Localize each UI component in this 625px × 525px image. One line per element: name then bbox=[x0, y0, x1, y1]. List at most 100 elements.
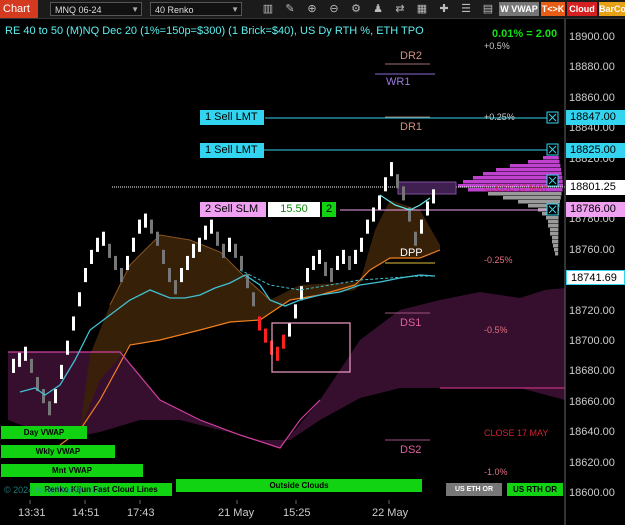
renko-brick bbox=[432, 189, 435, 204]
time-label: 14:51 bbox=[72, 507, 100, 519]
vwap-price-tag: 18741.69 bbox=[566, 270, 625, 285]
barco-button[interactable]: BarCo bbox=[599, 2, 625, 16]
time-label: 15:25 bbox=[283, 507, 311, 519]
time-axis-ticks bbox=[29, 500, 390, 504]
volume-profile-bar bbox=[543, 156, 559, 160]
crosshair-icon[interactable]: ✚ bbox=[438, 3, 450, 15]
pos-05-label: +0.5% bbox=[484, 41, 510, 51]
price-axis-label: 18700.00 bbox=[569, 335, 615, 347]
renko-brick bbox=[198, 237, 201, 252]
day-vwap-button[interactable]: Day VWAP bbox=[1, 426, 87, 439]
volume-profile-bar bbox=[546, 216, 559, 220]
renko-brick bbox=[180, 268, 183, 283]
renko-brick bbox=[144, 213, 147, 228]
mnt-vwap-button[interactable]: Mnt VWAP bbox=[1, 464, 143, 477]
renko-brick bbox=[48, 401, 51, 416]
cloud-button[interactable]: Cloud bbox=[567, 2, 597, 16]
bar-type-label: 40 Renko bbox=[155, 5, 194, 15]
renko-brick bbox=[240, 255, 243, 271]
chart-menu-button[interactable]: Chart bbox=[0, 0, 38, 18]
renko-brick bbox=[414, 231, 417, 246]
us-eth-or-button[interactable]: US ETH OR bbox=[446, 483, 502, 496]
chevron-down-icon: ▼ bbox=[231, 5, 239, 14]
renko-brick bbox=[294, 304, 297, 319]
price-axis-label: 18880.00 bbox=[569, 61, 615, 74]
neg-1-label: -1.0% bbox=[484, 467, 508, 477]
sell-lmt-1-tag[interactable]: 1 Sell LMT bbox=[200, 110, 264, 125]
order-cancel-icon[interactable] bbox=[546, 203, 559, 216]
volume-profile-bar bbox=[548, 224, 559, 228]
renko-brick bbox=[306, 268, 309, 283]
zoom-in-icon[interactable]: ⊕ bbox=[306, 3, 318, 15]
renko-brick bbox=[342, 249, 345, 264]
w-vwap-button[interactable]: W VWAP bbox=[499, 2, 539, 16]
bar-style-icon[interactable]: ▥ bbox=[262, 3, 274, 15]
data-box-icon[interactable]: ▦ bbox=[416, 3, 428, 15]
renko-brick bbox=[42, 389, 45, 404]
price-axis-label: 18860.00 bbox=[569, 91, 615, 104]
renko-brick bbox=[168, 268, 171, 283]
last-price-tag: 18801.25 bbox=[566, 180, 625, 195]
slm-price-box[interactable]: 15.50 bbox=[268, 202, 320, 217]
renko-brick bbox=[162, 249, 165, 264]
dr2-label: DR2 bbox=[400, 50, 423, 62]
price-axis-label: 18680.00 bbox=[569, 365, 615, 378]
renko-brick bbox=[84, 268, 87, 283]
volume-profile-bar bbox=[510, 164, 561, 168]
time-label: 13:31 bbox=[18, 507, 46, 519]
renko-brick bbox=[30, 358, 33, 373]
order-cancel-icon[interactable] bbox=[546, 111, 559, 124]
neg-025-label: -0.25% bbox=[484, 255, 513, 265]
wkly-vwap-button[interactable]: Wkly VWAP bbox=[1, 445, 115, 458]
renko-brick bbox=[132, 237, 135, 252]
renko-brick bbox=[222, 243, 225, 258]
price-axis-label: 18760.00 bbox=[569, 243, 615, 256]
stop-price-tag: 18786.00 bbox=[566, 202, 625, 217]
properties-icon[interactable]: ☰ bbox=[460, 3, 472, 15]
tk-button[interactable]: T<>K bbox=[541, 2, 565, 16]
instrument-label: MNQ 06-24 bbox=[55, 5, 102, 15]
renko-brick bbox=[300, 286, 303, 301]
close-faint-label: CLOSE 17 MAY bbox=[484, 183, 549, 193]
renko-brick bbox=[276, 346, 279, 361]
renko-brick bbox=[24, 346, 27, 361]
sell-lmt-2-tag[interactable]: 1 Sell LMT bbox=[200, 143, 264, 158]
renko-brick bbox=[258, 316, 261, 331]
renko-brick bbox=[156, 231, 159, 246]
chevron-down-icon: ▼ bbox=[131, 5, 139, 14]
order-cancel-icon[interactable] bbox=[546, 174, 559, 187]
renko-brick bbox=[204, 225, 207, 240]
indicators-icon[interactable]: ⚙ bbox=[350, 3, 362, 15]
slm-qty-box[interactable]: 2 bbox=[322, 202, 336, 217]
zoom-out-icon[interactable]: ⊖ bbox=[328, 3, 340, 15]
renko-brick bbox=[108, 243, 111, 258]
instrument-selector[interactable]: MNQ 06-24 ▼ bbox=[50, 2, 142, 16]
renko-brick bbox=[264, 328, 267, 343]
outside-clouds-button[interactable]: Outside Clouds bbox=[176, 479, 422, 492]
dr1-label: DR1 bbox=[400, 121, 423, 133]
renko-brick bbox=[90, 249, 93, 264]
ds1-label: DS1 bbox=[400, 317, 422, 329]
ds2-label: DS2 bbox=[400, 444, 422, 456]
order-cancel-icon[interactable] bbox=[546, 143, 559, 156]
dpp-label: DPP bbox=[400, 247, 423, 259]
renko-brick bbox=[126, 255, 129, 271]
sell-slm-tag[interactable]: 2 Sell SLM bbox=[200, 202, 266, 217]
copyright-text: © 2024 NinjaTrader, LLC bbox=[4, 485, 104, 495]
renko-brick bbox=[192, 243, 195, 258]
renko-brick bbox=[384, 177, 387, 192]
volume-profile-bar bbox=[554, 248, 559, 252]
chart-trader-icon[interactable]: ⇄ bbox=[394, 3, 406, 15]
renko-brick bbox=[18, 352, 21, 367]
us-rth-or-button[interactable]: US RTH OR bbox=[507, 483, 563, 496]
template-icon[interactable]: ▤ bbox=[482, 3, 494, 15]
time-label: 22 May bbox=[372, 507, 409, 519]
lmt1-price-tag: 18847.00 bbox=[566, 110, 625, 125]
bar-type-selector[interactable]: 40 Renko ▼ bbox=[150, 2, 242, 16]
volume-profile-bar bbox=[528, 160, 560, 164]
price-axis-label: 18620.00 bbox=[569, 456, 615, 469]
draw-tool-icon[interactable]: ✎ bbox=[284, 3, 296, 15]
renko-brick bbox=[186, 255, 189, 271]
strategies-icon[interactable]: ♟ bbox=[372, 3, 384, 15]
renko-brick bbox=[288, 322, 291, 337]
